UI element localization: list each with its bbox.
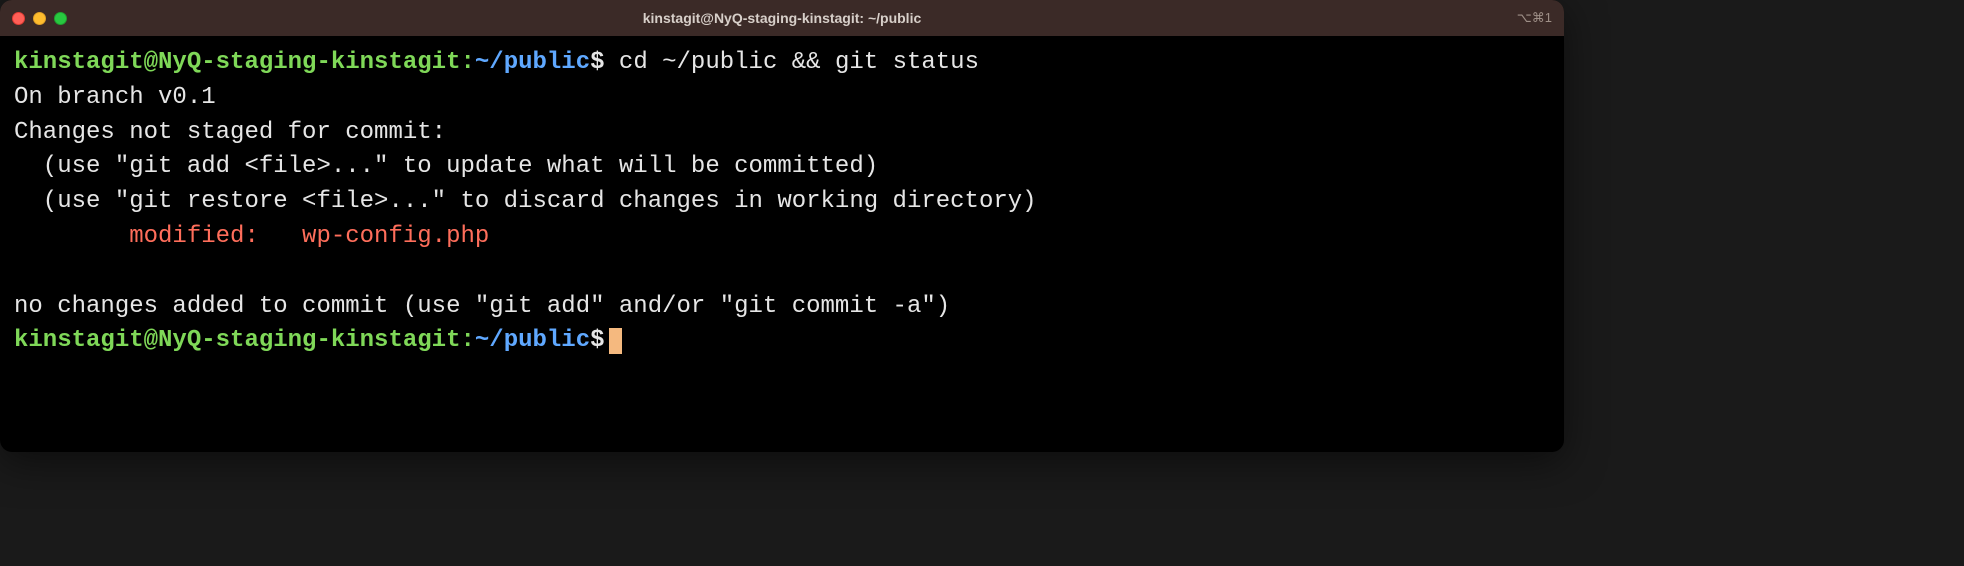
zoom-button[interactable]: [54, 12, 67, 25]
minimize-button[interactable]: [33, 12, 46, 25]
output-line: (use "git restore <file>..." to discard …: [14, 188, 1037, 215]
prompt-dollar: $: [590, 49, 604, 76]
command-text: cd ~/public && git status: [619, 49, 979, 76]
close-button[interactable]: [12, 12, 25, 25]
cursor-block: [609, 328, 622, 354]
window-title: kinstagit@NyQ-staging-kinstagit: ~/publi…: [0, 8, 1564, 28]
window-titlebar: kinstagit@NyQ-staging-kinstagit: ~/publi…: [0, 0, 1564, 36]
prompt-userhost: kinstagit@NyQ-staging-kinstagit: [14, 327, 460, 354]
terminal-body[interactable]: kinstagit@NyQ-staging-kinstagit:~/public…: [0, 36, 1564, 373]
prompt-line-1: kinstagit@NyQ-staging-kinstagit:~/public…: [14, 49, 979, 76]
prompt-line-2: kinstagit@NyQ-staging-kinstagit:~/public…: [14, 327, 622, 354]
output-modified-line: modified: wp-config.php: [14, 223, 489, 250]
window-shortcut-hint: ⌥⌘1: [1517, 9, 1552, 28]
prompt-sep: :: [460, 49, 474, 76]
prompt-path: ~/public: [475, 49, 590, 76]
output-line: Changes not staged for commit:: [14, 119, 446, 146]
terminal-window: kinstagit@NyQ-staging-kinstagit: ~/publi…: [0, 0, 1564, 452]
prompt-dollar: $: [590, 327, 604, 354]
output-line: On branch v0.1: [14, 84, 216, 111]
prompt-path: ~/public: [475, 327, 590, 354]
prompt-userhost: kinstagit@NyQ-staging-kinstagit: [14, 49, 460, 76]
prompt-sep: :: [460, 327, 474, 354]
output-line: (use "git add <file>..." to update what …: [14, 153, 878, 180]
output-line: no changes added to commit (use "git add…: [14, 293, 950, 320]
traffic-lights: [12, 12, 67, 25]
